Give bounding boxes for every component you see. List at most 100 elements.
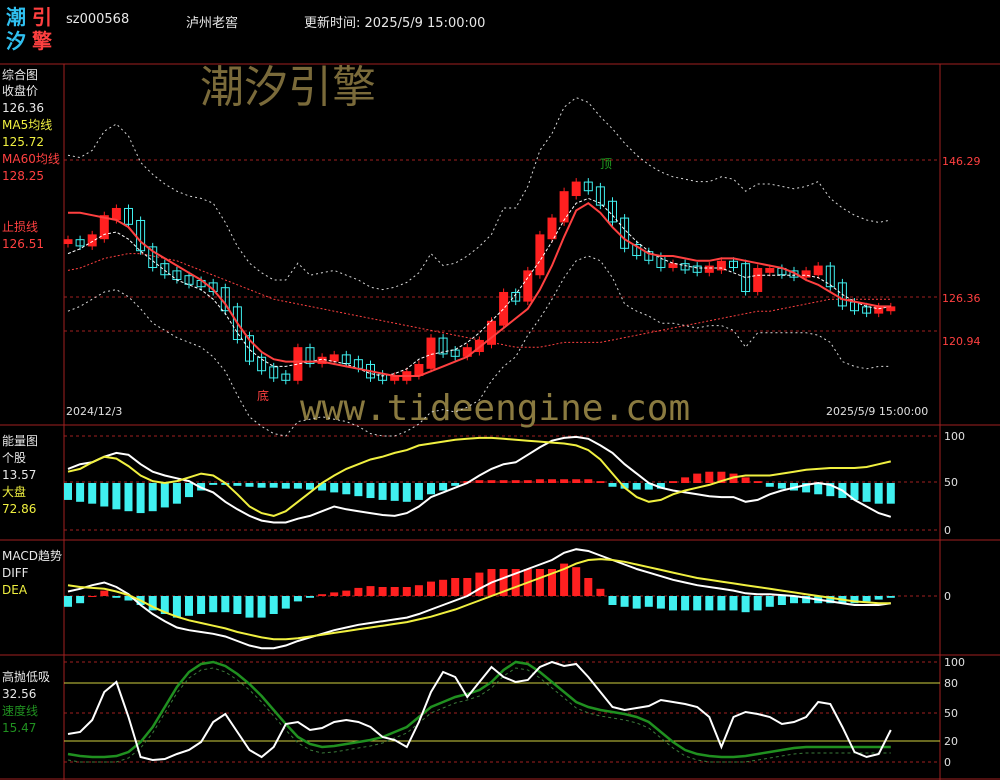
energy-bar: [886, 483, 895, 504]
energy-bar: [499, 480, 508, 483]
price-tick-3: 120.94: [942, 335, 981, 348]
macd-bar: [535, 569, 544, 596]
main-price-axis: 146.29 126.36 120.94: [942, 155, 981, 348]
macd-bar: [862, 596, 871, 602]
candle-body: [390, 375, 400, 381]
energy-bar: [584, 479, 593, 483]
macd-bar: [354, 587, 363, 596]
energy-bar: [112, 483, 121, 510]
macd-bar: [378, 587, 387, 596]
macd-tick-0: 0: [944, 590, 951, 603]
macd-bar: [681, 596, 690, 611]
macd-bar: [741, 596, 750, 613]
osc-tick-20: 20: [944, 735, 958, 748]
macd-bar: [342, 590, 351, 596]
energy-bar: [596, 481, 605, 483]
osc-line: [67, 660, 892, 762]
date-end: 2025/5/9 15:00:00: [826, 405, 928, 418]
energy-bar: [874, 483, 883, 504]
macd-bar: [414, 585, 423, 596]
macd-bar: [64, 596, 72, 607]
macd-bar: [584, 578, 593, 596]
speed-line: [67, 660, 891, 759]
reference-lines: [64, 682, 940, 742]
energy-bar: [414, 483, 423, 500]
energy-bar: [100, 483, 109, 507]
energy-bar: [306, 483, 314, 490]
candle-body: [813, 265, 823, 276]
energy-bar: [257, 483, 266, 488]
energy-bar: [402, 483, 411, 502]
energy-bar: [366, 483, 375, 499]
macd-bar: [765, 596, 774, 607]
energy-bar: [487, 480, 496, 483]
macd-bar: [172, 596, 181, 618]
top-annotation: 顶: [600, 157, 612, 171]
macd-bar: [100, 590, 109, 596]
macd-bar: [269, 596, 278, 614]
bottom-annotation: 底: [257, 388, 269, 403]
energy-bar: [753, 481, 762, 483]
macd-bar: [197, 596, 206, 614]
macd-bar: [88, 596, 97, 597]
energy-bar: [354, 483, 363, 497]
energy-bar: [814, 483, 823, 495]
energy-bar: [76, 483, 85, 502]
macd-bar: [729, 596, 738, 611]
energy-bar: [560, 479, 569, 483]
energy-bar: [330, 483, 339, 493]
candle-body: [559, 191, 569, 223]
energy-bar: [632, 483, 641, 490]
macd-bar: [475, 572, 484, 596]
site-url: www.tideengine.com: [300, 388, 690, 429]
osc-axis: 100 80 50 20 0: [944, 656, 965, 769]
candle-body: [716, 260, 726, 271]
energy-bar: [390, 483, 399, 501]
candle-body: [523, 270, 533, 302]
macd-bar: [233, 596, 242, 614]
macd-bar: [656, 596, 665, 609]
candle-body: [704, 265, 714, 273]
macd-bar: [293, 596, 302, 602]
macd-bar: [669, 596, 677, 611]
candle-body: [571, 181, 581, 197]
energy-bar: [475, 480, 484, 483]
candle-body: [111, 207, 121, 221]
energy-bar: [451, 483, 460, 486]
energy-tick-0: 0: [944, 524, 951, 537]
energy-bar: [572, 479, 581, 483]
energy-bar: [281, 483, 290, 489]
energy-tick-100: 100: [944, 430, 965, 443]
candle-body: [63, 239, 73, 245]
chart-canvas: 潮汐引擎 www.tideengine.com 2024/12/3 2025/5…: [0, 62, 1000, 780]
osc-tick-100: 100: [944, 656, 965, 669]
energy-bar: [765, 483, 774, 487]
upper-band-line: [67, 97, 891, 291]
macd-bar: [112, 596, 121, 598]
macd-bar: [402, 587, 411, 596]
watermark: 潮汐引擎: [200, 62, 376, 113]
candle-body: [293, 347, 303, 381]
osc-tick-80: 80: [944, 677, 958, 690]
energy-bar: [523, 480, 532, 483]
energy-bar: [293, 483, 302, 489]
macd-bar: [717, 596, 726, 611]
macd-bar: [330, 592, 339, 596]
energy-bar: [777, 483, 786, 489]
energy-bar: [511, 480, 520, 483]
energy-bar: [172, 483, 181, 504]
energy-bar: [548, 479, 556, 483]
macd-bar: [753, 596, 762, 611]
macd-bar: [245, 596, 254, 618]
macd-bar: [209, 596, 218, 613]
macd-bar: [76, 596, 85, 604]
energy-bar: [342, 483, 351, 495]
energy-bar: [136, 483, 145, 514]
macd-axis: 0: [944, 590, 951, 603]
macd-bar: [221, 596, 230, 613]
macd-bar: [366, 586, 375, 596]
macd-bar: [451, 578, 460, 596]
energy-tick-50: 50: [944, 476, 958, 489]
macd-bar: [705, 596, 714, 611]
macd-bar: [596, 588, 605, 596]
